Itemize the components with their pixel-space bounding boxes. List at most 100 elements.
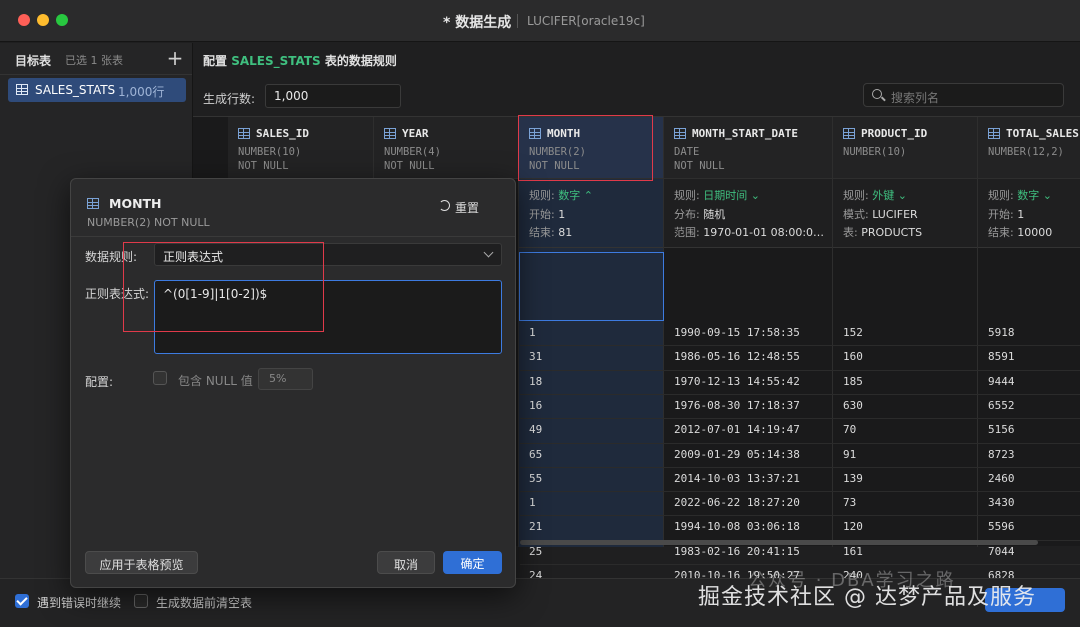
table-cell[interactable]: 31 (529, 350, 542, 363)
horizontal-scrollbar[interactable] (520, 540, 1038, 545)
table-cell[interactable]: 185 (843, 375, 863, 388)
column-icon (988, 128, 1000, 139)
sidebar-item-rows: 1,000行 (118, 85, 165, 99)
table-cell[interactable]: 25 (529, 545, 542, 558)
table-cell[interactable]: 1970-12-13 14:55:42 (674, 375, 800, 388)
chevron-down-icon: ⌄ (750, 189, 760, 202)
table-cell[interactable]: 160 (843, 350, 863, 363)
table-cell[interactable]: 6552 (988, 399, 1015, 412)
column-header[interactable]: PRODUCT_ID NUMBER(10) (833, 117, 977, 179)
table-cell[interactable]: 1976-08-30 17:18:37 (674, 399, 800, 412)
table-cell[interactable]: 5918 (988, 326, 1015, 339)
reset-label: 重置 (455, 201, 480, 215)
rule-key: 结束: (529, 226, 555, 239)
table-cell[interactable]: 1 (529, 326, 536, 339)
column-name: YEAR (402, 127, 429, 140)
table-cell[interactable]: 5596 (988, 520, 1015, 533)
table-cell[interactable]: 120 (843, 520, 863, 533)
table-cell[interactable]: 73 (843, 496, 856, 509)
row-divider (520, 442, 1080, 444)
app-window: * 数据生成 LUCIFER[oracle19c] 目标表 已选 1 张表 + … (0, 0, 1080, 627)
column-rule[interactable]: 规则: 数字 ⌃ 开始: 1 结束: 81 (519, 179, 663, 248)
column-header[interactable]: SALES_ID NUMBER(10) NOT NULL (228, 117, 373, 179)
table-cell[interactable]: 5156 (988, 423, 1015, 436)
column-header[interactable]: YEAR NUMBER(4) NOT NULL (374, 117, 518, 179)
cancel-button[interactable]: 取消 (377, 551, 435, 574)
table-cell[interactable]: 8723 (988, 448, 1015, 461)
ok-button[interactable]: 确定 (443, 551, 502, 574)
chevron-down-icon (483, 247, 494, 258)
include-null-checkbox[interactable] (153, 371, 167, 385)
table-cell[interactable]: 55 (529, 472, 542, 485)
rule-line: 分布: 随机 (674, 206, 725, 222)
rule-type: 外键 (872, 189, 895, 202)
table-cell[interactable]: 1983-02-16 20:41:15 (674, 545, 800, 558)
rule-line: 开始: 1 (988, 206, 1024, 222)
rule-value: 随机 (703, 208, 726, 221)
row-divider (520, 491, 1080, 493)
table-cell[interactable]: 1 (529, 496, 536, 509)
table-cell[interactable]: 7044 (988, 545, 1015, 558)
rule-line: 表: PRODUCTS (843, 224, 922, 240)
table-cell[interactable]: 65 (529, 448, 542, 461)
minimize-window-button[interactable] (37, 14, 49, 26)
column-search[interactable]: 搜索列名 (863, 83, 1064, 107)
close-window-button[interactable] (18, 14, 30, 26)
table-cell[interactable]: 49 (529, 423, 542, 436)
null-percent-input[interactable]: 5% (258, 368, 313, 390)
rule-line: 结束: 81 (529, 224, 572, 240)
column-header[interactable]: TOTAL_SALES NUMBER(12,2) (978, 117, 1080, 179)
selected-count: 已选 1 张表 (65, 54, 123, 67)
table-cell[interactable]: 21 (529, 520, 542, 533)
rule-line: 结束: 10000 (988, 224, 1052, 240)
zoom-window-button[interactable] (56, 14, 68, 26)
watermark: 掘金技术社区 @ 达梦产品及服务 (698, 585, 1036, 610)
table-cell[interactable]: 3430 (988, 496, 1015, 509)
table-cell[interactable]: 2460 (988, 472, 1015, 485)
clear-before-checkbox[interactable] (134, 594, 148, 608)
table-cell[interactable]: 161 (843, 545, 863, 558)
table-cell[interactable]: 2012-07-01 14:19:47 (674, 423, 800, 436)
table-cell[interactable]: 139 (843, 472, 863, 485)
row-divider (520, 345, 1080, 347)
add-table-icon[interactable]: + (165, 46, 185, 70)
row-divider (520, 515, 1080, 517)
reset-button[interactable]: 重置 (439, 199, 480, 216)
table-cell[interactable]: 9444 (988, 375, 1015, 388)
rows-input[interactable]: 1,000 (265, 84, 401, 108)
continue-on-error-label: 遇到错误时继续 (37, 596, 122, 610)
rule-line: 模式: LUCIFER (843, 206, 918, 222)
table-cell[interactable]: 1990-09-15 17:58:35 (674, 326, 800, 339)
search-placeholder: 搜索列名 (891, 91, 940, 105)
table-cell[interactable]: 91 (843, 448, 856, 461)
column-rule[interactable]: 规则: 外键 ⌄ 模式: LUCIFER 表: PRODUCTS (833, 179, 977, 248)
table-cell[interactable]: 2014-10-03 13:37:21 (674, 472, 800, 485)
column-rule[interactable]: 规则: 数字 ⌄ 开始: 1 结束: 10000 (978, 179, 1080, 248)
apply-preview-button[interactable]: 应用于表格预览 (85, 551, 198, 574)
table-cell[interactable]: 18 (529, 375, 542, 388)
column-name: MONTH_START_DATE (692, 127, 798, 140)
table-cell[interactable]: 152 (843, 326, 863, 339)
chevron-down-icon: ⌄ (897, 189, 907, 202)
column-rule[interactable]: 规则: 日期时间 ⌄ 分布: 随机 范围: 1970-01-01 08:00:0… (664, 179, 832, 248)
sidebar-item-label: SALES_STATS (35, 83, 116, 97)
config-field-label: 配置: (85, 375, 114, 389)
table-cell[interactable]: 630 (843, 399, 863, 412)
sidebar-item-sales-stats[interactable]: SALES_STATS 1,000行 (8, 78, 186, 102)
table-cell[interactable]: 1994-10-08 03:06:18 (674, 520, 800, 533)
rule-value: LUCIFER (872, 208, 918, 221)
table-cell[interactable]: 2022-06-22 18:27:20 (674, 496, 800, 509)
table-cell[interactable]: 2009-01-29 05:14:38 (674, 448, 800, 461)
table-cell[interactable]: 16 (529, 399, 542, 412)
table-cell[interactable]: 8591 (988, 350, 1015, 363)
row-divider (520, 564, 1080, 565)
column-header[interactable]: MONTH_START_DATE DATE NOT NULL (664, 117, 832, 179)
table-cell[interactable]: 70 (843, 423, 856, 436)
table-cell[interactable]: 1986-05-16 12:48:55 (674, 350, 800, 363)
reset-icon (439, 200, 450, 211)
continue-on-error-checkbox[interactable] (15, 594, 29, 608)
rule-line: 规则: 日期时间 ⌄ (674, 187, 760, 203)
clear-before-label: 生成数据前清空表 (156, 596, 253, 610)
column-type: NUMBER(12,2) (988, 146, 1064, 158)
row-divider (520, 418, 1080, 420)
